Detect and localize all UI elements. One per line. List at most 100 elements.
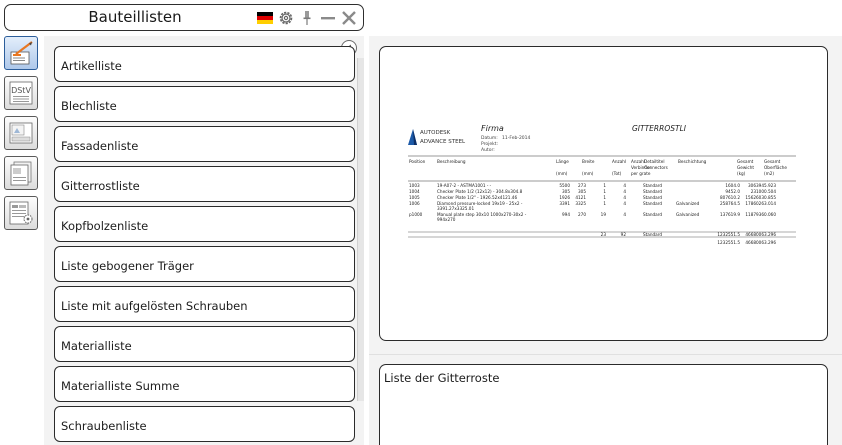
cell-coating: Galvanized: [676, 212, 700, 217]
cell-length: 994: [562, 212, 570, 217]
list-item-schraubenliste[interactable]: Schraubenliste: [54, 406, 355, 442]
header-position: Position: [409, 159, 426, 164]
bauteillisten-window: Bauteillisten DStV Artikelliste Blechlis…: [0, 0, 842, 445]
cell-weight: 807610.2: [720, 195, 740, 200]
list-item-label: Blechliste: [61, 99, 117, 113]
list-item-label: Fassadenliste: [61, 139, 139, 153]
list-item-kopfbolzenliste[interactable]: Kopfbolzenliste: [54, 206, 355, 242]
cell-count: 1: [603, 189, 606, 194]
project-label: Projekt:: [481, 141, 498, 147]
minimize-icon[interactable]: [320, 10, 336, 26]
cell-length: 305: [562, 189, 570, 194]
list-item-materialliste[interactable]: Materialliste: [54, 326, 355, 362]
list-item-materialliste-summe[interactable]: Materialliste Summe: [54, 366, 355, 402]
list-item-blechliste[interactable]: Blechliste: [54, 86, 355, 122]
header-width: Breite: [582, 159, 595, 164]
table-settings-icon: [9, 201, 33, 225]
list-item-liste-gebogener-traeger[interactable]: Liste gebogener Träger: [54, 246, 355, 282]
header-surface: Oberfläche: [764, 165, 787, 170]
total-surface: 46680063.296: [745, 232, 776, 237]
cell-position: p1000: [409, 212, 423, 217]
cell-connectors: 4: [623, 201, 626, 206]
cell-count: 19: [601, 212, 607, 217]
cell-position: 1003: [409, 183, 420, 188]
header-conn-detail: Connectors: [644, 165, 668, 170]
total-weight: 1232551.5: [717, 232, 740, 237]
header-conn-detail: Detailtitel: [644, 159, 665, 164]
dstv-icon-label: DStV: [11, 86, 31, 95]
sidebar-item-document-stack[interactable]: [4, 156, 38, 190]
cell-weight: 137619.9: [720, 212, 740, 217]
header-desc: Beschreibung: [437, 159, 466, 164]
autodesk-logo-icon: [408, 129, 417, 145]
description-box: Liste der Gitterroste: [379, 364, 828, 445]
cell-count: 1: [603, 201, 606, 206]
sidebar-item-table-settings[interactable]: [4, 196, 38, 230]
header-weight: Gesamt: [737, 159, 754, 164]
cell-position: 1005: [409, 195, 420, 200]
cell-position: 1006: [409, 201, 420, 206]
header-count: (Tot): [612, 171, 622, 176]
cell-width: 4121: [575, 195, 586, 200]
logo-line1: AUTODESK: [420, 130, 451, 136]
title-bar-icons: [257, 10, 357, 26]
list-item-label: Materialliste Summe: [61, 379, 180, 393]
cell-weight: 1604.0: [725, 183, 740, 188]
company-name: Firma: [481, 124, 504, 133]
header-weight: Gewicht: [737, 165, 754, 170]
cell-conn_detail: Standard: [643, 195, 662, 200]
sidebar-item-dstv[interactable]: DStV: [4, 76, 38, 110]
list-item-label: Liste mit aufgelösten Schrauben: [61, 299, 248, 313]
list-item-gitterrostliste[interactable]: Gitterrostliste: [54, 166, 355, 202]
cell-surface: 15626030.855: [745, 195, 776, 200]
cell-surface: 17860263.014: [745, 201, 776, 206]
dstv-icon: DStV: [9, 81, 33, 105]
cell-surface: 11879360.060: [745, 212, 776, 217]
list-item-fassadenliste[interactable]: Fassadenliste: [54, 126, 355, 162]
author-label: Autor:: [481, 147, 495, 153]
cell-connectors: 4: [623, 189, 626, 194]
list-item-label: Liste gebogener Träger: [61, 259, 194, 273]
cell-length: 3391: [559, 201, 570, 206]
list-item-label: Gitterrostliste: [61, 179, 140, 193]
header-count: Anzahl: [612, 159, 626, 164]
cell-width: 273: [578, 183, 586, 188]
cell-count: 1: [603, 183, 606, 188]
drawing-sheet-icon: [9, 122, 33, 144]
report-lists-icon: [10, 41, 33, 65]
date-label: Datum:: [481, 135, 498, 141]
list-scrollbar[interactable]: [357, 58, 364, 401]
german-flag-icon[interactable]: [257, 10, 273, 26]
grand-total-surface: 46680063.296: [745, 240, 776, 245]
cell-conn_detail: Standard: [643, 189, 662, 194]
cell-coating: Galvanized: [676, 201, 700, 206]
sidebar-item-report-lists[interactable]: [4, 36, 38, 70]
table-rows: 1003 19-A07-2 - ASTMA1001 - - 5500 273 1 4 Sta…: [409, 183, 776, 222]
list-item-liste-aufgeloeste-schrauben[interactable]: Liste mit aufgelösten Schrauben: [54, 286, 355, 322]
table-grand-total: 1232551.5 46680063.296: [717, 240, 776, 245]
list-item-label: Schraubenliste: [61, 419, 147, 433]
panel-divider[interactable]: [369, 354, 842, 355]
category-sidebar: DStV: [4, 36, 40, 236]
sidebar-item-drawing-sheet[interactable]: [4, 116, 38, 150]
cell-surface: 231000.504: [751, 189, 777, 194]
cell-conn_detail: Standard: [643, 201, 662, 206]
total-connectors: 92: [621, 232, 627, 237]
cell-width: 3325: [575, 201, 586, 206]
list-item-artikelliste[interactable]: Artikelliste: [54, 46, 355, 82]
table-header: Position Beschreibung Länge (mm) Breite (mm) A…: [409, 159, 787, 176]
header-surface: (m2): [764, 171, 774, 176]
settings-gear-icon[interactable]: [278, 10, 294, 26]
cell-conn_detail: Standard: [643, 183, 662, 188]
cell-desc: Checker Plate 1/2" - 1926.52x4121.46: [437, 195, 517, 200]
pin-icon[interactable]: [299, 10, 315, 26]
title-bar: Bauteillisten: [4, 4, 364, 31]
cell-count: 1: [603, 195, 606, 200]
header-width: (mm): [582, 171, 594, 176]
report-preview: AUTODESK ADVANCE STEEL Firma Datum: 11-F…: [379, 46, 828, 341]
window-title: Bauteillisten: [88, 8, 182, 26]
report-preview-sheet: AUTODESK ADVANCE STEEL Firma Datum: 11-F…: [408, 124, 796, 245]
description-text: Liste der Gitterroste: [384, 371, 500, 385]
close-icon[interactable]: [341, 10, 357, 26]
header-length: (mm): [556, 171, 568, 176]
